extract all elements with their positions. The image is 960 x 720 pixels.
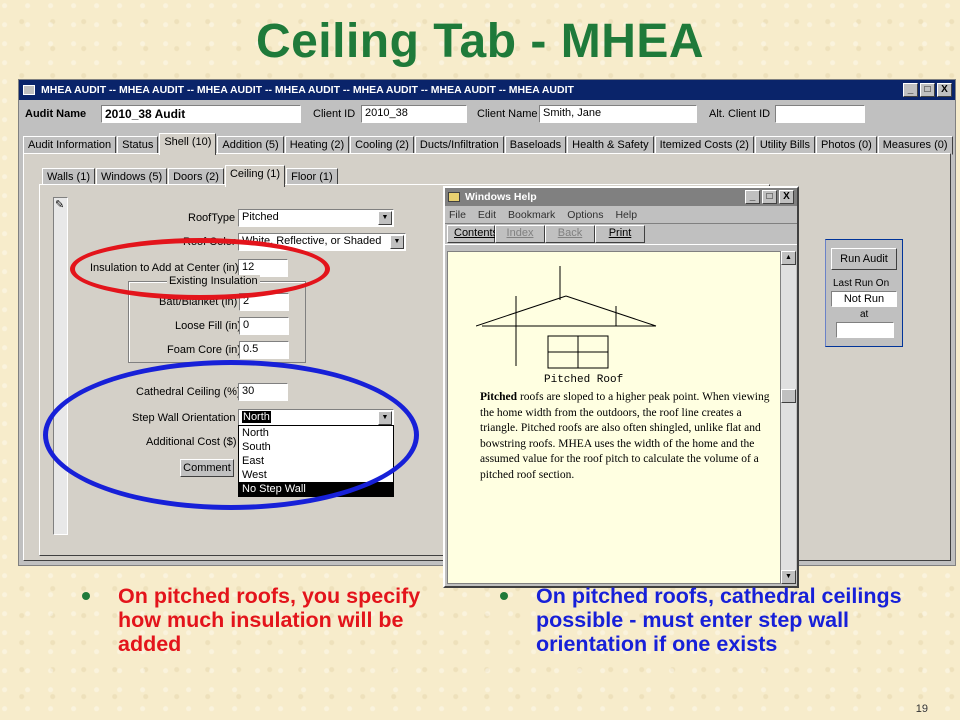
- help-close-button[interactable]: X: [779, 190, 794, 204]
- client-id-input[interactable]: 2010_38: [361, 105, 467, 123]
- existing-insulation-label: Existing Insulation: [167, 275, 260, 287]
- last-run-label: Last Run On: [833, 278, 890, 289]
- step-wall-label: Step Wall Orientation: [132, 412, 236, 424]
- existing-insulation-group: Existing Insulation Batt/Blanket (in) 2 …: [128, 275, 306, 363]
- option-south[interactable]: South: [239, 440, 393, 454]
- chevron-down-icon[interactable]: ▼: [390, 235, 404, 249]
- bullet-2-text: On pitched roofs, cathedral ceilings pos…: [536, 584, 902, 656]
- help-menu-file[interactable]: File: [449, 209, 466, 221]
- foam-core-label: Foam Core (in): [167, 344, 241, 356]
- help-index-button[interactable]: Index: [495, 225, 545, 243]
- help-scrollbar[interactable]: ▲ ▼: [781, 251, 796, 584]
- step-wall-value: North: [242, 411, 271, 423]
- option-west[interactable]: West: [239, 468, 393, 482]
- tab-shell[interactable]: Shell (10): [159, 133, 217, 155]
- chevron-down-icon[interactable]: ▼: [378, 211, 392, 225]
- client-name-input[interactable]: Smith, Jane: [539, 105, 697, 123]
- roof-color-value: White, Reflective, or Shaded: [242, 235, 382, 247]
- scroll-down-icon[interactable]: ▼: [781, 570, 796, 584]
- option-north[interactable]: North: [239, 426, 393, 440]
- batt-label: Batt/Blanket (in): [159, 296, 238, 308]
- scroll-thumb[interactable]: [781, 389, 796, 403]
- last-run-value: Not Run: [831, 291, 897, 307]
- run-audit-panel: Run Audit Last Run On Not Run at: [825, 239, 903, 347]
- diagram-caption: Pitched Roof: [544, 374, 624, 386]
- alt-client-id-label: Alt. Client ID: [709, 108, 771, 120]
- bullet-insulation: On pitched roofs, you specify how much i…: [82, 584, 442, 656]
- help-back-button[interactable]: Back: [545, 225, 595, 243]
- cathedral-label: Cathedral Ceiling (%): [136, 386, 241, 398]
- help-menubar: File Edit Bookmark Options Help: [445, 206, 797, 223]
- app-icon: [23, 85, 35, 95]
- help-body: roofs are sloped to a higher peak point.…: [480, 391, 770, 481]
- help-titlebar: Windows Help _ □ X: [445, 188, 797, 206]
- help-menu-bookmark[interactable]: Bookmark: [508, 209, 555, 221]
- audit-name-label: Audit Name: [25, 108, 87, 120]
- alt-client-id-input[interactable]: [775, 105, 865, 123]
- additional-cost-label: Additional Cost ($): [146, 436, 237, 448]
- roof-color-label: Roof Color: [183, 236, 236, 248]
- page-number: 19: [915, 703, 928, 715]
- client-name-label: Client Name: [477, 108, 538, 120]
- minimize-button[interactable]: _: [903, 83, 918, 97]
- windows-help-window: Windows Help _ □ X File Edit Bookmark Op…: [443, 186, 799, 588]
- option-no-step-wall[interactable]: No Step Wall: [239, 482, 393, 496]
- roof-type-label: RoofType: [188, 212, 236, 224]
- app-title: MHEA AUDIT -- MHEA AUDIT -- MHEA AUDIT -…: [41, 84, 574, 96]
- close-button[interactable]: X: [937, 83, 952, 97]
- client-id-label: Client ID: [313, 108, 356, 120]
- at-label: at: [860, 309, 869, 320]
- roof-type-value: Pitched: [242, 211, 279, 223]
- help-term: Pitched: [480, 391, 518, 403]
- pencil-icon: ✎: [55, 199, 65, 211]
- bullet-1-text: On pitched roofs, you specify how much i…: [118, 584, 421, 656]
- run-audit-button[interactable]: Run Audit: [831, 248, 897, 270]
- main-tabs: Audit Information Status Shell (10) Addi…: [23, 133, 954, 155]
- help-maximize-button[interactable]: □: [762, 190, 777, 204]
- run-time-value: [836, 322, 894, 338]
- help-print-button[interactable]: Print: [595, 225, 645, 243]
- help-toolbar: Contents Index Back Print: [445, 223, 797, 245]
- shell-subtabs: Walls (1) Windows (5) Doors (2) Ceiling …: [42, 165, 339, 187]
- help-minimize-button[interactable]: _: [745, 190, 760, 204]
- step-wall-options: North South East West No Step Wall: [238, 425, 394, 497]
- help-content: Pitched Roof Pitched roofs are sloped to…: [447, 251, 781, 584]
- roof-type-select[interactable]: Pitched ▼: [238, 209, 394, 227]
- roof-color-select[interactable]: White, Reflective, or Shaded ▼: [238, 233, 406, 251]
- insulation-label: Insulation to Add at Center (in): [90, 262, 239, 274]
- audit-name-input[interactable]: 2010_38 Audit: [101, 105, 301, 123]
- cathedral-input[interactable]: 30: [238, 383, 288, 401]
- chevron-down-icon[interactable]: ▼: [378, 411, 392, 425]
- scroll-up-icon[interactable]: ▲: [781, 251, 796, 265]
- help-menu-edit[interactable]: Edit: [478, 209, 496, 221]
- loose-fill-label: Loose Fill (in): [175, 320, 242, 332]
- record-selector-bar[interactable]: [53, 197, 68, 535]
- help-menu-options[interactable]: Options: [567, 209, 603, 221]
- bullet-cathedral: On pitched roofs, cathedral ceilings pos…: [500, 584, 920, 656]
- help-book-icon: [448, 192, 460, 202]
- maximize-button[interactable]: □: [920, 83, 935, 97]
- help-title: Windows Help: [465, 191, 537, 203]
- slide-title: Ceiling Tab - MHEA: [255, 15, 705, 68]
- bullet-dot-icon: [82, 592, 90, 600]
- option-east[interactable]: East: [239, 454, 393, 468]
- app-titlebar: MHEA AUDIT -- MHEA AUDIT -- MHEA AUDIT -…: [19, 80, 955, 100]
- loose-fill-input[interactable]: 0: [239, 317, 289, 335]
- foam-core-input[interactable]: 0.5: [239, 341, 289, 359]
- batt-input[interactable]: 2: [239, 293, 289, 311]
- bullet-dot-icon: [500, 592, 508, 600]
- help-paragraph: Pitched roofs are sloped to a higher pea…: [480, 390, 780, 483]
- comment-button[interactable]: Comment: [180, 459, 234, 477]
- audit-header-row: Audit Name 2010_38 Audit Client ID 2010_…: [23, 105, 951, 125]
- help-contents-button[interactable]: Contents: [447, 225, 498, 243]
- mhea-app-window: MHEA AUDIT -- MHEA AUDIT -- MHEA AUDIT -…: [18, 79, 956, 588]
- subtab-ceiling[interactable]: Ceiling (1): [224, 165, 286, 187]
- help-menu-help[interactable]: Help: [615, 209, 637, 221]
